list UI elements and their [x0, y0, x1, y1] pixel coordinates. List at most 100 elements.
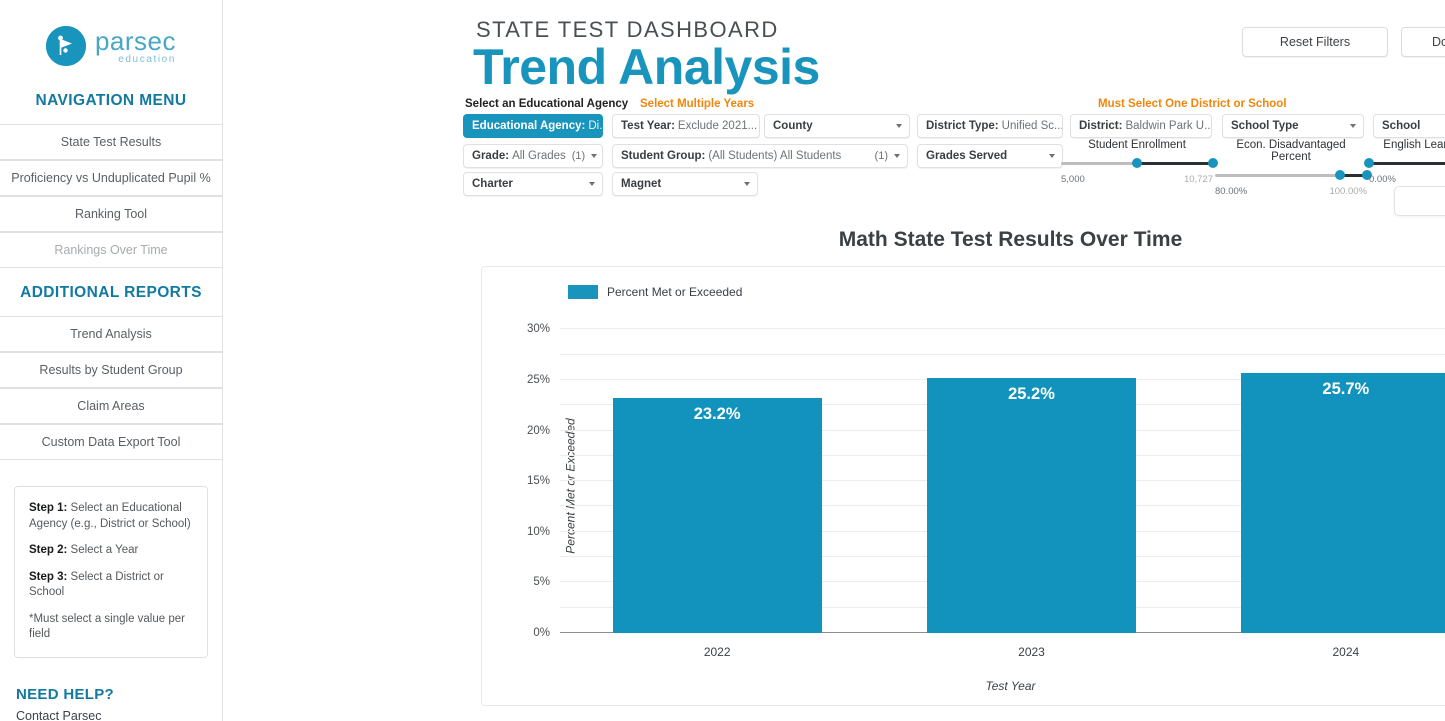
chart-bar-value-label: 23.2%	[693, 405, 741, 424]
filter-dropdown-district-type[interactable]: District Type:Unified Sc...(1)	[917, 114, 1063, 138]
app-root: parsec education NAVIGATION MENU State T…	[0, 0, 1445, 721]
x-axis-tick-label: 2022	[703, 645, 731, 659]
dropdown-value: Baldwin Park U...	[1125, 120, 1212, 132]
filter-dropdown-school-type[interactable]: School Type	[1222, 114, 1364, 138]
chevron-down-icon[interactable]	[1049, 154, 1055, 158]
chart-bar-value-label: 25.2%	[1008, 384, 1055, 403]
dropdown-value: All Grades	[512, 150, 566, 162]
y-axis-tick-label: 30%	[526, 323, 550, 336]
filter-dropdown-grade[interactable]: Grade: All Grades (1)	[463, 144, 603, 168]
dropdown-selection-count: (2)	[757, 120, 759, 132]
slider-track[interactable]	[1061, 157, 1218, 169]
chart-legend: Percent Met or Exceeded	[568, 285, 742, 299]
slider-track[interactable]	[1364, 157, 1445, 169]
chart-bar[interactable]: 23.2%	[612, 398, 822, 633]
filter-group-label-agency: Select an Educational Agency	[465, 98, 629, 110]
filter-dropdown-county[interactable]: County	[764, 114, 910, 138]
brand-logo: parsec education	[0, 0, 222, 76]
slider-range-fill	[1369, 162, 1445, 165]
slider-handle-min[interactable]	[1132, 158, 1142, 168]
chevron-down-icon[interactable]	[896, 124, 902, 128]
slider-econ-disadvantaged-percent[interactable]: Econ. Disadvantaged Percent 80.00% 100.00%	[1215, 139, 1372, 197]
sidebar-item-results-by-student-group[interactable]: Results by Student Group	[0, 352, 222, 388]
dropdown-key: School Type	[1231, 120, 1299, 132]
slider-track[interactable]	[1215, 169, 1372, 181]
contact-link[interactable]: Contact Parsec	[0, 703, 222, 721]
slider-title: Student Enrollment	[1088, 139, 1186, 151]
chart-bar[interactable]: 25.7%	[1241, 372, 1445, 633]
instruction-note: *Must select a single value per field	[29, 612, 185, 641]
sidebar-item-label: Proficiency vs Unduplicated Pupil %	[11, 171, 211, 185]
chevron-down-icon[interactable]	[589, 182, 595, 186]
slider-english-learner-percent[interactable]: English Learner Percent 0.00%100.00%	[1364, 139, 1445, 185]
sidebar-item-state-test-results[interactable]: State Test Results	[0, 124, 222, 160]
additional-reports-heading: ADDITIONAL REPORTS	[20, 284, 202, 301]
sidebar-item-label: State Test Results	[60, 135, 162, 149]
dropdown-key: Grade:	[472, 150, 510, 162]
filter-group-label-must-select: Must Select One District or School	[1098, 98, 1287, 110]
sidebar-item-rankings-over-time[interactable]: Rankings Over Time	[0, 232, 222, 268]
y-axis-tick-label: 10%	[526, 525, 550, 538]
dropdown-selection-count: (1)	[571, 150, 586, 162]
x-axis-label: Test Year	[985, 679, 1036, 693]
need-help-heading: NEED HELP?	[16, 685, 115, 703]
slider-handle-min[interactable]	[1364, 158, 1374, 168]
slider-handle-min[interactable]	[1334, 170, 1345, 180]
dropdown-key: School	[1382, 120, 1421, 132]
slider-values: 0.00%100.00%	[1369, 174, 1445, 185]
filter-dropdown-charter[interactable]: Charter	[463, 172, 603, 196]
sidebar-item-trend-analysis[interactable]: Trend Analysis	[0, 316, 222, 352]
parsec-logo-icon	[45, 26, 86, 66]
filter-dropdown-educational-agency[interactable]: Educational Agency:Di...(1)	[463, 114, 603, 138]
instruction-step-3: Step 3: Select a District or School	[29, 570, 193, 601]
slider-min-label: 0.00%	[1369, 174, 1396, 185]
filter-dropdown-test-year[interactable]: Test Year:Exclude 2021...(2)	[612, 114, 760, 138]
chart-bar[interactable]: 25.2%	[926, 377, 1136, 633]
sidebar: parsec education NAVIGATION MENU State T…	[0, 0, 223, 721]
sidebar-item-label: Results by Student Group	[39, 363, 183, 377]
y-axis-tick-label: 20%	[526, 424, 550, 437]
slider-max-label: 100.00%	[1329, 186, 1367, 197]
sidebar-item-label: Ranking Tool	[74, 207, 148, 221]
sidebar-item-ranking-tool[interactable]: Ranking Tool	[0, 196, 222, 232]
brand-name: parsec	[94, 25, 177, 56]
chart-bar-value-label: 25.7%	[1322, 379, 1370, 398]
chevron-down-icon[interactable]	[591, 154, 598, 158]
slider-student-enrollment[interactable]: Student Enrollment 5,000 10,727	[1061, 139, 1218, 185]
instruction-step-1: Step 1: Select an Educational Agency (e.…	[29, 501, 193, 532]
chart-title: Math State Test Results Over Time	[838, 228, 1183, 251]
sidebar-item-proficiency[interactable]: Proficiency vs Unduplicated Pupil %	[0, 160, 222, 196]
instructions-box: Step 1: Select an Educational Agency (e.…	[14, 486, 208, 658]
dropdown-key: Student Group:	[621, 150, 706, 162]
instruction-step-2: Step 2: Select a Year	[29, 543, 193, 559]
filter-dropdown-student-group[interactable]: Student Group: (All Students) All Student…	[612, 144, 908, 168]
dropdown-key: District Type:	[926, 120, 999, 132]
sidebar-item-claim-areas[interactable]: Claim Areas	[0, 388, 222, 424]
filter-dropdown-magnet[interactable]: Magnet	[612, 172, 758, 196]
y-axis-tick-label: 0%	[533, 627, 550, 639]
sidebar-item-custom-data-export-tool[interactable]: Custom Data Export Tool	[0, 424, 222, 460]
brand-tagline: education	[118, 53, 177, 65]
filter-dropdown-grades-served[interactable]: Grades Served	[917, 144, 1063, 168]
dropdown-key: Magnet	[621, 178, 662, 190]
slider-min-label: 80.00%	[1215, 186, 1248, 197]
sidebar-item-label: Custom Data Export Tool	[41, 435, 181, 449]
download-pdf-button[interactable]: Download PDF	[1401, 27, 1445, 57]
main-content: STATE TEST DASHBOARD Trend Analysis Rese…	[223, 0, 1445, 721]
reset-filters-button[interactable]: Reset Filters	[1242, 27, 1388, 57]
slider-title: Econ. Disadvantaged Percent	[1236, 139, 1346, 163]
chevron-down-icon[interactable]	[894, 154, 900, 158]
legend-label: Percent Met or Exceeded	[607, 285, 743, 299]
filter-dropdown-school[interactable]: School	[1373, 114, 1445, 138]
slider-range-fill	[1137, 162, 1213, 165]
chevron-down-icon[interactable]	[744, 182, 750, 186]
slider-max-label: 10,727	[1183, 174, 1213, 185]
x-axis-tick-label: 2023	[1018, 645, 1045, 659]
y-axis-tick-label: 25%	[526, 373, 550, 386]
slider-min-label: 5,000	[1061, 174, 1085, 185]
back-button[interactable]: Back	[1394, 186, 1445, 216]
dropdown-key: Grades Served	[926, 150, 1008, 162]
filter-dropdown-district[interactable]: District:Baldwin Park U...(1)	[1070, 114, 1212, 138]
chevron-down-icon[interactable]	[1350, 124, 1356, 128]
sidebar-item-label: Trend Analysis	[70, 327, 152, 341]
